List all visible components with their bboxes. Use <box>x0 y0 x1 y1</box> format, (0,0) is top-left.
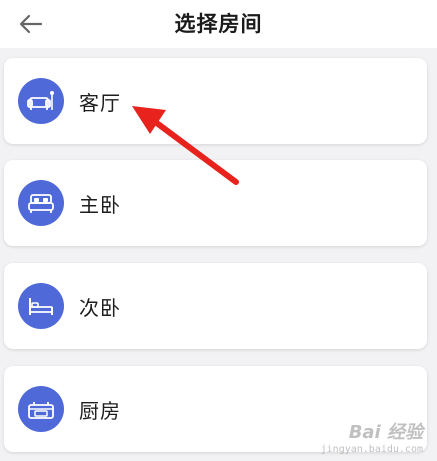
room-label: 厨房 <box>79 399 121 423</box>
sofa-icon <box>27 91 54 110</box>
room-item-master-bedroom[interactable]: 主卧 <box>4 160 427 246</box>
room-icon-badge <box>18 180 64 226</box>
stove-icon <box>28 402 54 419</box>
room-icon-badge <box>18 386 64 432</box>
room-label: 客厅 <box>79 91 121 115</box>
double-bed-icon <box>28 194 54 213</box>
room-label: 次卧 <box>79 296 121 320</box>
app-header: 选择房间 <box>0 0 437 48</box>
room-label: 主卧 <box>79 193 121 217</box>
room-icon-badge <box>18 78 64 124</box>
page-title: 选择房间 <box>174 12 263 36</box>
watermark: Bai 经验 jingyan.baidu.com <box>321 418 423 455</box>
room-icon-badge <box>18 283 64 329</box>
single-bed-icon <box>29 298 53 315</box>
watermark-url: jingyan.baidu.com <box>320 444 423 455</box>
watermark-logo-text: Bai 经验 <box>348 422 423 443</box>
room-item-second-bedroom[interactable]: 次卧 <box>4 263 427 349</box>
room-item-living-room[interactable]: 客厅 <box>4 58 427 144</box>
